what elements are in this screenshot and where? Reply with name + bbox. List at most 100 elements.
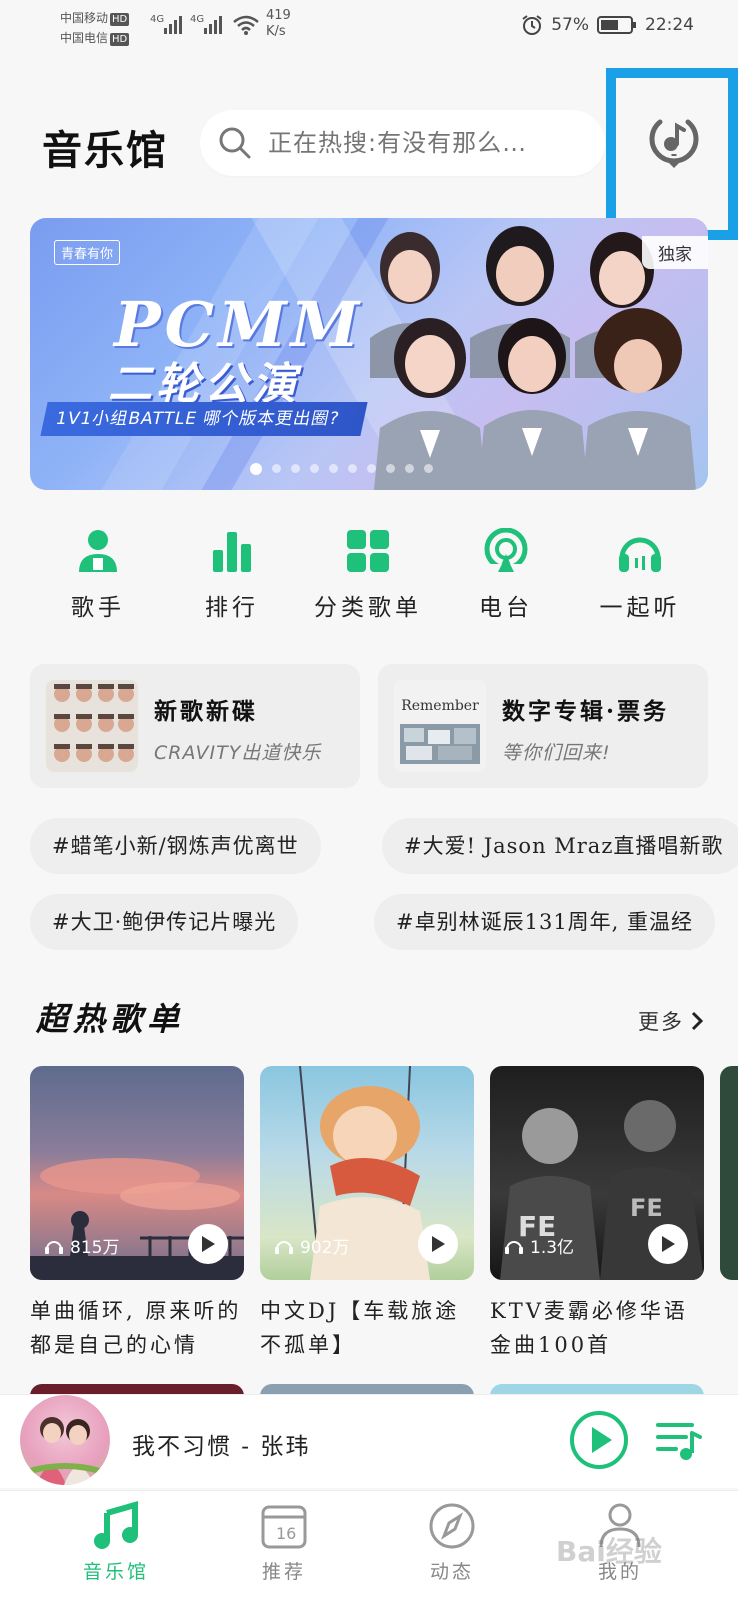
play-button[interactable] xyxy=(188,1224,228,1264)
mini-player[interactable]: 我不习惯 - 张玮 xyxy=(0,1394,738,1488)
playlist-title: 中文DJ【车载旅途不孤单】 xyxy=(260,1299,460,1357)
pagination-dot[interactable] xyxy=(329,464,338,473)
play-icon xyxy=(202,1236,215,1252)
hot-tag[interactable]: #卓别林诞辰131周年, 重温经 xyxy=(374,894,716,950)
chart-bars-icon xyxy=(213,532,251,572)
chevron-right-icon xyxy=(691,1011,704,1031)
playlist-card[interactable]: 815万 单曲循环, 原来听的都是自己的心情 xyxy=(30,1066,244,1362)
promo-banner[interactable]: 青春有你 PCMM 二轮公演 1V1小组BATTLE 哪个版本更出圈? 独家 xyxy=(30,218,708,490)
page-title: 音乐馆 xyxy=(42,127,168,174)
pagination-dot[interactable] xyxy=(250,463,262,475)
category-playlists[interactable]: 分类歌单 xyxy=(308,528,428,622)
banner-logo: 青春有你 xyxy=(54,240,121,265)
signal-2-icon: 4G xyxy=(190,10,226,36)
playlist-card-partial[interactable] xyxy=(720,1066,738,1280)
hot-tag[interactable]: #大卫·鲍伊传记片曝光 xyxy=(30,894,299,950)
compass-icon xyxy=(429,1503,475,1549)
category-chart[interactable]: 排行 xyxy=(172,528,292,622)
feature-card-new-releases[interactable]: 新歌新碟 CRAVITY出道快乐 xyxy=(30,664,360,788)
headphones-icon xyxy=(505,1240,523,1254)
category-row: 歌手 排行 分类歌单 电台 一起听 xyxy=(0,528,738,638)
pagination-dot[interactable] xyxy=(348,464,357,473)
grid-icon xyxy=(347,530,389,572)
headphones-icon xyxy=(619,537,661,572)
play-button[interactable] xyxy=(648,1224,688,1264)
hot-tag[interactable]: #大爱! Jason Mraz直播唱新歌 xyxy=(382,818,738,874)
svg-text:16: 16 xyxy=(276,1524,296,1543)
watermark: Bai经验 xyxy=(556,1535,662,1568)
headphones-icon xyxy=(45,1240,63,1254)
play-button[interactable] xyxy=(418,1224,458,1264)
play-pause-button[interactable] xyxy=(568,1409,630,1475)
headphones-icon xyxy=(275,1240,293,1254)
pagination-dot[interactable] xyxy=(291,464,300,473)
feature-card-subtitle: CRAVITY出道快乐 xyxy=(154,742,322,764)
singer-icon xyxy=(79,530,117,572)
pagination-dot[interactable] xyxy=(405,464,414,473)
radio-icon xyxy=(484,528,528,574)
net-speed: 419 K/s xyxy=(266,8,291,39)
signal-1-icon: 4G xyxy=(150,10,186,36)
hd-badge: HD xyxy=(110,13,130,26)
feature-card-subtitle: 等你们回来! xyxy=(502,742,611,764)
playlist-card[interactable]: 902万 中文DJ【车载旅途不孤单】 xyxy=(260,1066,474,1362)
battery-percent: 57% xyxy=(551,15,589,35)
category-radio[interactable]: 电台 xyxy=(446,528,566,622)
status-bar: 中国移动 HD 中国电信 HD 4G 4G 419 K/s 57% 22:24 xyxy=(0,0,738,56)
battery-icon xyxy=(597,16,636,34)
play-icon xyxy=(662,1236,675,1252)
playlist-title: KTV麦霸必修华语金曲100首 xyxy=(490,1299,688,1357)
playlist-cover xyxy=(720,1066,738,1280)
tab-recommend[interactable]: 16 推荐 xyxy=(224,1501,344,1584)
digital-albums-thumbnail: Remember xyxy=(394,680,486,772)
pagination-dot[interactable] xyxy=(310,464,319,473)
new-releases-thumbnail xyxy=(46,680,138,772)
music-note-icon xyxy=(94,1501,138,1549)
exclusive-tag: 独家 xyxy=(642,236,708,269)
play-count: 902万 xyxy=(274,1233,349,1258)
hot-tag[interactable]: #蜡笔小新/钢炼声优离世 xyxy=(30,818,321,874)
carrier-1: 中国移动 xyxy=(60,11,109,25)
play-circle-icon xyxy=(570,1411,628,1469)
search-icon xyxy=(219,127,251,159)
svg-text:4G: 4G xyxy=(150,14,164,25)
more-link[interactable]: 更多 xyxy=(638,1006,704,1036)
carrier-2: 中国电信 xyxy=(60,31,109,45)
search-bar[interactable] xyxy=(200,110,605,176)
hd-badge: HD xyxy=(110,33,130,46)
music-recognition-icon xyxy=(649,119,699,168)
now-playing-title: 我不习惯 - 张玮 xyxy=(132,1434,311,1460)
playlist-cover: 902万 xyxy=(260,1066,474,1280)
feature-card-title: 新歌新碟 xyxy=(154,698,258,725)
playlist-card[interactable]: FE FE 1.3亿 KTV麦霸必修华语金曲100首 xyxy=(490,1066,704,1362)
pagination-dot[interactable] xyxy=(386,464,395,473)
playlist-cover: 815万 xyxy=(30,1066,244,1280)
clock: 22:24 xyxy=(645,15,694,35)
pagination-dot[interactable] xyxy=(424,464,433,473)
alarm-icon xyxy=(522,15,542,35)
category-singer[interactable]: 歌手 xyxy=(38,528,158,622)
pagination-dot[interactable] xyxy=(367,464,376,473)
banner-pagination xyxy=(250,463,433,475)
section-title: 超热歌单 xyxy=(36,1000,185,1038)
svg-text:FE: FE xyxy=(630,1194,663,1222)
play-count: 815万 xyxy=(44,1233,119,1258)
playlist-title: 单曲循环, 原来听的都是自己的心情 xyxy=(30,1299,242,1357)
tab-activity[interactable]: 动态 xyxy=(392,1501,512,1584)
music-recognition-button[interactable] xyxy=(646,112,702,172)
status-right: 57% 22:24 xyxy=(521,14,694,36)
now-playing-cover xyxy=(20,1395,110,1485)
svg-text:4G: 4G xyxy=(190,14,204,25)
pagination-dot[interactable] xyxy=(272,464,281,473)
feature-card-digital-albums[interactable]: Remember 数字专辑·票务 等你们回来! xyxy=(378,664,708,788)
category-listen-together[interactable]: 一起听 xyxy=(580,528,700,622)
tab-music-hall[interactable]: 音乐馆 xyxy=(56,1501,176,1584)
playlist-queue-button[interactable] xyxy=(656,1419,702,1467)
search-input[interactable] xyxy=(268,129,588,157)
carrier-info: 中国移动 HD 中国电信 HD xyxy=(60,8,130,48)
play-count: 1.3亿 xyxy=(504,1233,574,1258)
play-icon xyxy=(432,1236,445,1252)
feature-card-title: 数字专辑·票务 xyxy=(502,698,670,725)
wifi-icon xyxy=(232,14,260,36)
calendar-icon: 16 xyxy=(261,1505,307,1549)
